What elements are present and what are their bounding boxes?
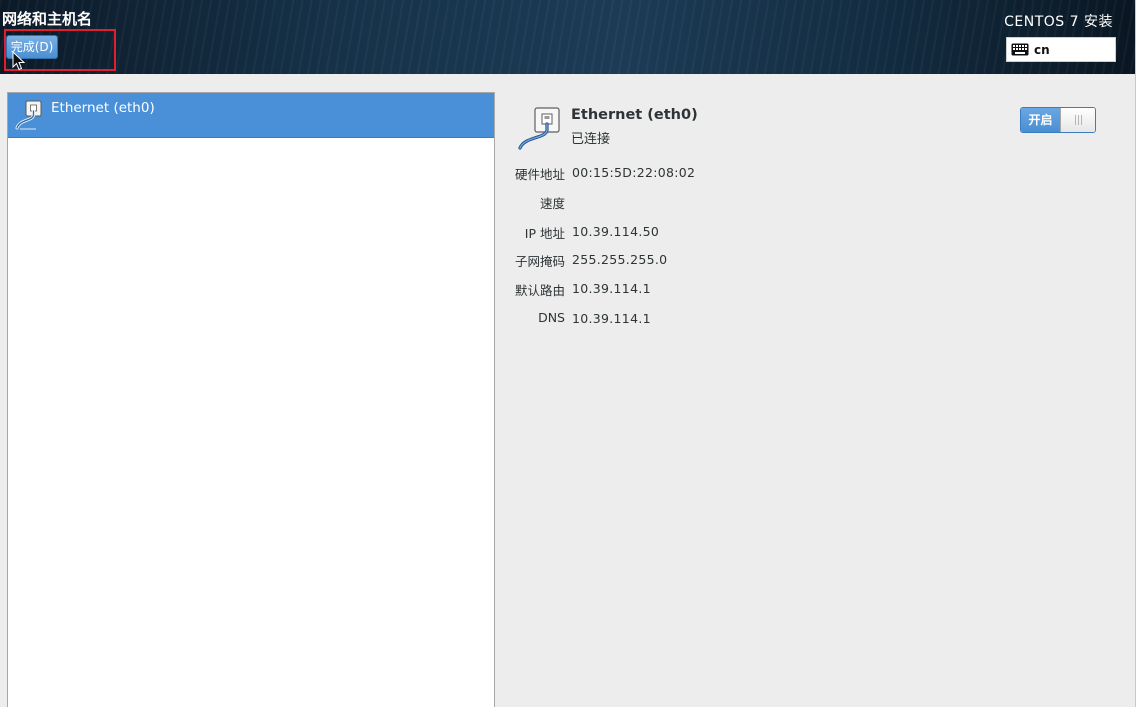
speed-label: 速度 (539, 196, 565, 211)
default-route-value: 10.39.114.1 (572, 281, 651, 296)
ip-address-value: 10.39.114.50 (572, 224, 660, 239)
hardware-address-value: 00:15:5D:22:08:02 (572, 165, 696, 180)
toggle-knob[interactable] (1060, 108, 1095, 132)
top-header: 网络和主机名 完成(D) CENTOS 7 安装 cn (0, 0, 1135, 74)
ethernet-cable-icon (15, 100, 42, 130)
default-route-label: 默认路由 (514, 283, 565, 298)
subnet-mask-value: 255.255.255.0 (572, 252, 668, 267)
install-title: CENTOS 7 安装 (1004, 14, 1113, 30)
keyboard-layout-label: cn (1034, 43, 1050, 57)
device-name: Ethernet (eth0) (571, 107, 698, 123)
dns-value: 10.39.114.1 (572, 311, 651, 326)
keyboard-icon (1011, 43, 1029, 56)
dns-label: DNS (538, 310, 565, 325)
toggle-on-label: 开启 (1021, 108, 1060, 132)
ip-address-label: IP 地址 (524, 226, 565, 241)
device-toggle-switch[interactable]: 开启 (1020, 107, 1096, 133)
device-list-item-label: Ethernet (eth0) (51, 100, 155, 116)
keyboard-layout-indicator[interactable]: cn (1006, 37, 1116, 62)
connection-status: 已连接 (571, 132, 611, 147)
device-list: Ethernet (eth0) (7, 92, 495, 707)
subnet-mask-label: 子网掩码 (514, 254, 565, 269)
ethernet-cable-icon (518, 107, 560, 150)
device-list-item-eth0[interactable]: Ethernet (eth0) (8, 93, 494, 138)
hardware-address-label: 硬件地址 (514, 167, 565, 182)
window-edge (1135, 0, 1139, 707)
done-button[interactable]: 完成(D) (6, 35, 58, 59)
page-title: 网络和主机名 (2, 10, 93, 28)
